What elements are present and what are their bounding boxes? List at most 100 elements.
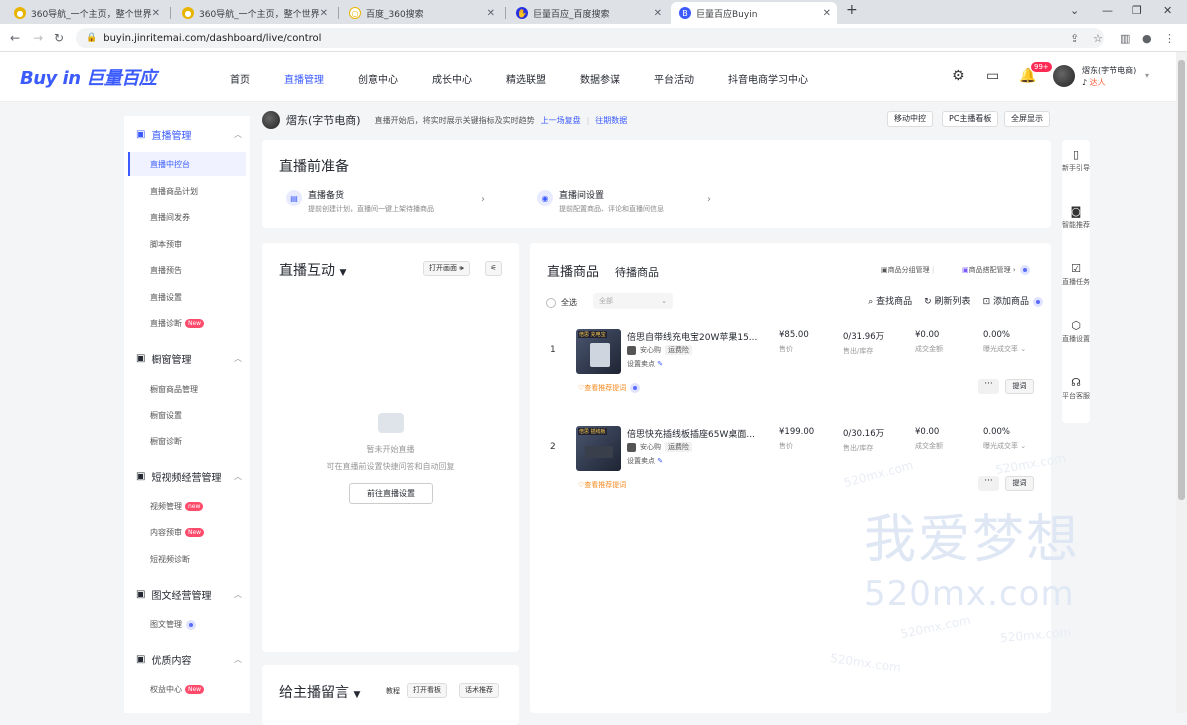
tab-search-icon[interactable]: ⌄	[1070, 4, 1079, 17]
sidebar-item-graphic-manage[interactable]: 图文管理	[150, 619, 196, 630]
sidebar-item-live-settings[interactable]: 直播设置	[150, 292, 182, 303]
sidebar-item-live-console[interactable]: 直播中控台	[150, 159, 190, 170]
prep-room-settings-item[interactable]: ◉ 直播间设置 提前配置商品、评论和直播间信息	[537, 188, 664, 214]
product-image[interactable]: 倍思 充电宝	[576, 329, 621, 374]
prompt-button[interactable]: 提词	[1005, 379, 1034, 394]
tool-live-settings[interactable]: ⬡ 直播设置	[1062, 320, 1090, 345]
sidebar-item-window-products[interactable]: 橱窗商品管理	[150, 384, 198, 395]
sidebar-item-window-settings[interactable]: 橱窗设置	[150, 410, 182, 421]
sidebar-item-product-plan[interactable]: 直播商品计划	[150, 186, 198, 197]
avatar[interactable]	[1053, 65, 1075, 87]
browser-tab-active[interactable]: B 巨量百应Buyin ✕	[671, 2, 837, 24]
filter-settings-icon[interactable]: ⚟	[485, 261, 502, 276]
past-data-link[interactable]: 往期数据	[595, 115, 627, 126]
nav-alliance[interactable]: 精选联盟	[506, 71, 546, 86]
browser-tab[interactable]: ● 360导航_一个主页，整个世界 ✕	[6, 2, 166, 24]
url-field[interactable]: 🔒 buyin.jinritemai.com/dashboard/live/co…	[76, 28, 1104, 48]
sidebar-item-live-preview[interactable]: 直播预告	[150, 265, 182, 276]
nav-learning[interactable]: 抖音电商学习中心	[728, 71, 808, 86]
tool-newbie-guide[interactable]: ▯ 新手引导	[1062, 149, 1090, 174]
sidebar-group-window[interactable]: ▣ 橱窗管理 ︿	[136, 351, 246, 366]
scroll-thumb[interactable]	[1178, 60, 1185, 500]
browser-tab[interactable]: ● 360导航_一个主页，整个世界 ✕	[174, 2, 334, 24]
sidepanel-icon[interactable]: ▥	[1120, 32, 1130, 45]
recommend-script-link[interactable]: ♡查看推荐提词	[578, 480, 626, 490]
go-live-settings-button[interactable]: 前往直播设置	[349, 483, 433, 504]
product-title[interactable]: 倍思快充插线板插座65W桌面...	[627, 427, 767, 440]
prompt-button[interactable]: 提词	[1005, 476, 1034, 491]
sidebar-group-graphic[interactable]: ▣ 图文经营管理 ︿	[136, 587, 246, 602]
recommend-script-link[interactable]: ♡查看推荐提词	[578, 383, 641, 393]
pc-board-button[interactable]: PC主播看板	[942, 111, 999, 127]
sidebar-item-video-manage[interactable]: 视频管理 new	[150, 501, 204, 512]
nav-home[interactable]: 首页	[230, 71, 250, 86]
minimize-icon[interactable]: —	[1102, 4, 1113, 17]
close-tab-icon[interactable]: ✕	[654, 8, 662, 19]
sidebar-item-window-diagnosis[interactable]: 橱窗诊断	[150, 436, 182, 447]
open-screen-button[interactable]: 打开画面 🕪	[423, 261, 470, 276]
tab-live-products[interactable]: 直播商品	[547, 261, 599, 280]
message-title[interactable]: 给主播留言 ▼	[279, 682, 360, 702]
nav-activities[interactable]: 平台活动	[654, 71, 694, 86]
open-board-button[interactable]: 打开看板	[407, 683, 447, 698]
sidebar-item-rights-center[interactable]: 权益中心 New	[150, 684, 205, 695]
product-title[interactable]: 倍思自带线充电宝20W苹果15...	[627, 330, 767, 343]
nav-data[interactable]: 数据参谋	[580, 71, 620, 86]
mobile-console-button[interactable]: 移动中控	[887, 111, 933, 127]
sidebar-item-live-diagnosis[interactable]: 直播诊断 New	[150, 318, 205, 329]
more-actions-button[interactable]: ···	[978, 476, 999, 491]
status-filter-select[interactable]: 全部 ⌄	[593, 293, 673, 309]
buyin-logo[interactable]: Buy in 巨量百应	[20, 64, 157, 90]
select-all-radio[interactable]	[546, 297, 556, 308]
set-selling-point-link[interactable]: 设置卖点 ✎	[627, 456, 663, 466]
close-window-icon[interactable]: ✕	[1163, 4, 1172, 17]
sidebar-group-live[interactable]: ▣ 直播管理 ︿	[136, 127, 246, 142]
add-product-button[interactable]: ⊡ 添加商品	[983, 294, 1043, 307]
more-actions-button[interactable]: ···	[978, 379, 999, 394]
sidebar-item-script-review[interactable]: 脚本预审	[150, 239, 182, 250]
prep-stock-item[interactable]: ▤ 直播备货 提前创建计划，直播间一键上架待播商品	[286, 188, 434, 214]
fullscreen-button[interactable]: 全屏显示	[1004, 111, 1050, 127]
sidebar-group-quality[interactable]: ▣ 优质内容 ︿	[136, 652, 246, 667]
nav-live-management[interactable]: 直播管理	[284, 71, 324, 86]
refresh-list-button[interactable]: ↻ 刷新列表	[924, 294, 970, 307]
script-recommend-button[interactable]: 话术推荐	[459, 683, 499, 698]
bookmark-star-icon[interactable]: ☆	[1093, 32, 1103, 45]
restore-icon[interactable]: ❐	[1132, 4, 1142, 17]
close-tab-icon[interactable]: ✕	[487, 8, 495, 19]
group-manage-link[interactable]: ▣商品分组管理 |	[881, 265, 934, 275]
close-tab-icon[interactable]: ✕	[152, 8, 160, 19]
share-icon[interactable]: ⇪	[1070, 32, 1079, 45]
settings-gear-icon[interactable]: ⚙	[952, 68, 965, 84]
profile-icon[interactable]: ●	[1142, 32, 1152, 45]
match-manage-link[interactable]: ▣商品搭配管理 ›	[962, 265, 1030, 275]
nav-creative[interactable]: 创意中心	[358, 71, 398, 86]
message-icon[interactable]: ▭	[986, 68, 999, 84]
interact-title[interactable]: 直播互动 ▼	[279, 260, 346, 280]
tool-smart-recommend[interactable]: ◙ 智能推荐	[1062, 206, 1090, 231]
find-product-button[interactable]: ⌕ 查找商品	[868, 294, 912, 307]
last-review-link[interactable]: 上一场复盘	[541, 115, 581, 126]
tab-pending-products[interactable]: 待播商品	[615, 264, 659, 280]
menu-kebab-icon[interactable]: ⋮	[1164, 32, 1175, 45]
page-scrollbar[interactable]	[1176, 52, 1187, 713]
set-selling-point-link[interactable]: 设置卖点 ✎	[627, 359, 663, 369]
new-tab-icon[interactable]: +	[846, 2, 858, 18]
sidebar-item-content-review[interactable]: 内容预审 New	[150, 527, 205, 538]
reload-icon[interactable]: ↻	[54, 31, 64, 45]
tool-live-tasks[interactable]: ☑ 直播任务	[1062, 263, 1090, 288]
tool-customer-service[interactable]: ☊ 平台客服	[1062, 377, 1090, 402]
back-icon[interactable]: ←	[10, 31, 20, 45]
sidebar-group-video[interactable]: ▣ 短视频经营管理 ︿	[136, 469, 246, 484]
close-tab-icon[interactable]: ✕	[823, 8, 831, 19]
select-all[interactable]: 全选	[546, 297, 577, 308]
forward-icon[interactable]: →	[33, 31, 43, 45]
sidebar-item-coupon[interactable]: 直播间发券	[150, 212, 190, 223]
sidebar-item-video-diagnosis[interactable]: 短视频诊断	[150, 554, 190, 565]
user-dropdown-icon[interactable]: ▾	[1145, 71, 1149, 80]
product-image[interactable]: 倍思 插线板	[576, 426, 621, 471]
browser-tab[interactable]: ✋ 巨量百应_百度搜索 ✕	[508, 2, 668, 24]
tutorial-link[interactable]: 教程	[386, 686, 400, 696]
close-tab-icon[interactable]: ✕	[320, 8, 328, 19]
nav-growth[interactable]: 成长中心	[432, 71, 472, 86]
